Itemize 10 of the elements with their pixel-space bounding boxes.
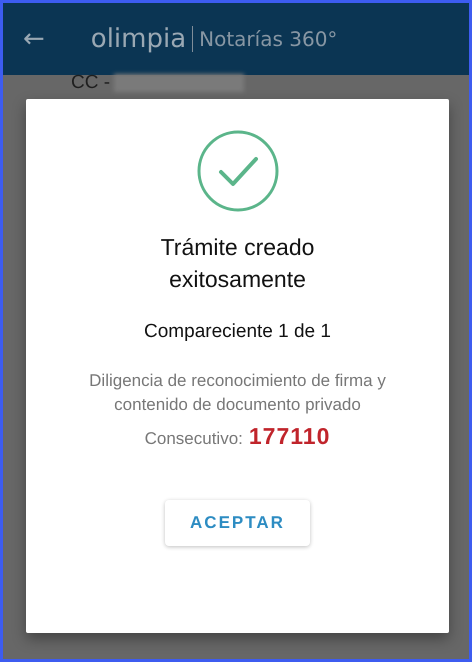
- number-label: Consecutivo:: [144, 429, 243, 449]
- accept-button[interactable]: ACEPTAR: [165, 500, 310, 546]
- logo: olimpia: [90, 24, 186, 54]
- number-value: 177110: [248, 423, 330, 450]
- app-subtitle: Notarías 360°: [199, 27, 338, 51]
- dialog-title: Trámite creado exitosamente: [160, 233, 316, 294]
- id-label: CC -: [71, 72, 110, 94]
- description: Diligencia de reconocimiento de firma y contenido de documento privado: [88, 370, 387, 416]
- back-button[interactable]: ←: [23, 24, 45, 54]
- dialog-subtitle: Compareciente 1 de 1: [144, 321, 331, 343]
